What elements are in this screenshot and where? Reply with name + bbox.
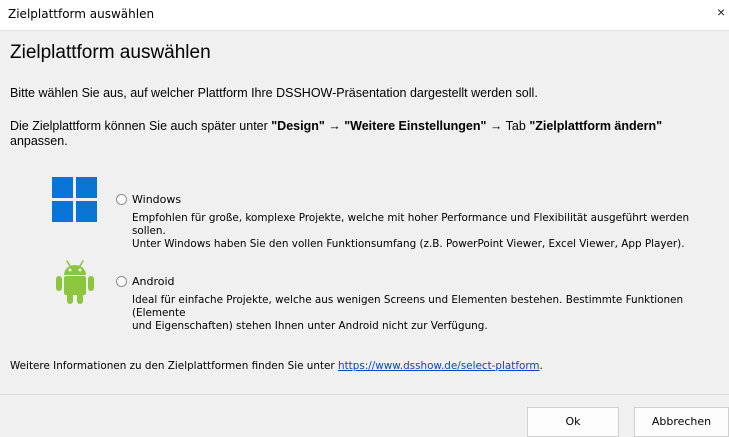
android-label[interactable]: Android (132, 275, 175, 288)
button-bar: Ok Abbrechen (0, 394, 729, 437)
hint-text: Die Zielplattform können Sie auch später… (10, 119, 722, 149)
dialog-content: Zielplattform auswählen Bitte wählen Sie… (0, 31, 729, 394)
hint-suffix: anpassen. (10, 134, 68, 148)
hint-arrow: → (324, 119, 345, 133)
windows-label[interactable]: Windows (132, 193, 181, 206)
more-info-text: Weitere Informationen zu den Zielplattfo… (10, 360, 543, 372)
android-desc-line2: und Eigenschaften) stehen Ihnen unter An… (132, 320, 488, 332)
ok-button[interactable]: Ok (527, 407, 619, 437)
more-info-link[interactable]: https://www.dsshow.de/select-platform (338, 360, 540, 372)
hint-change: "Zielplattform ändern" (529, 119, 663, 133)
hint-design: "Design" (271, 119, 325, 133)
android-desc-line1: Ideal für einfache Projekte, welche aus … (132, 294, 684, 319)
android-logo-icon (56, 260, 94, 304)
windows-desc-line2: Unter Windows haben Sie den vollen Funkt… (132, 238, 685, 250)
more-info-end: . (539, 360, 543, 372)
windows-radio[interactable] (116, 194, 127, 205)
android-description: Ideal für einfache Projekte, welche aus … (132, 294, 722, 333)
dialog-heading: Zielplattform auswählen (10, 42, 211, 63)
intro-text: Bitte wählen Sie aus, auf welcher Plattf… (10, 86, 538, 100)
windows-description: Empfohlen für große, komplexe Projekte, … (132, 212, 722, 251)
title-bar: Zielplattform auswählen × (0, 0, 729, 31)
hint-more: "Weitere Einstellungen" (344, 119, 487, 133)
hint-prefix: Die Zielplattform können Sie auch später… (10, 119, 272, 133)
hint-tab: → Tab (486, 119, 530, 133)
more-info-prefix: Weitere Informationen zu den Zielplattfo… (10, 360, 338, 372)
android-radio[interactable] (116, 276, 127, 287)
windows-desc-line1: Empfohlen für große, komplexe Projekte, … (132, 212, 690, 237)
windows-logo-icon (52, 177, 98, 223)
window-title: Zielplattform auswählen (8, 7, 155, 21)
cancel-button[interactable]: Abbrechen (634, 407, 729, 437)
close-icon[interactable]: × (717, 4, 729, 20)
